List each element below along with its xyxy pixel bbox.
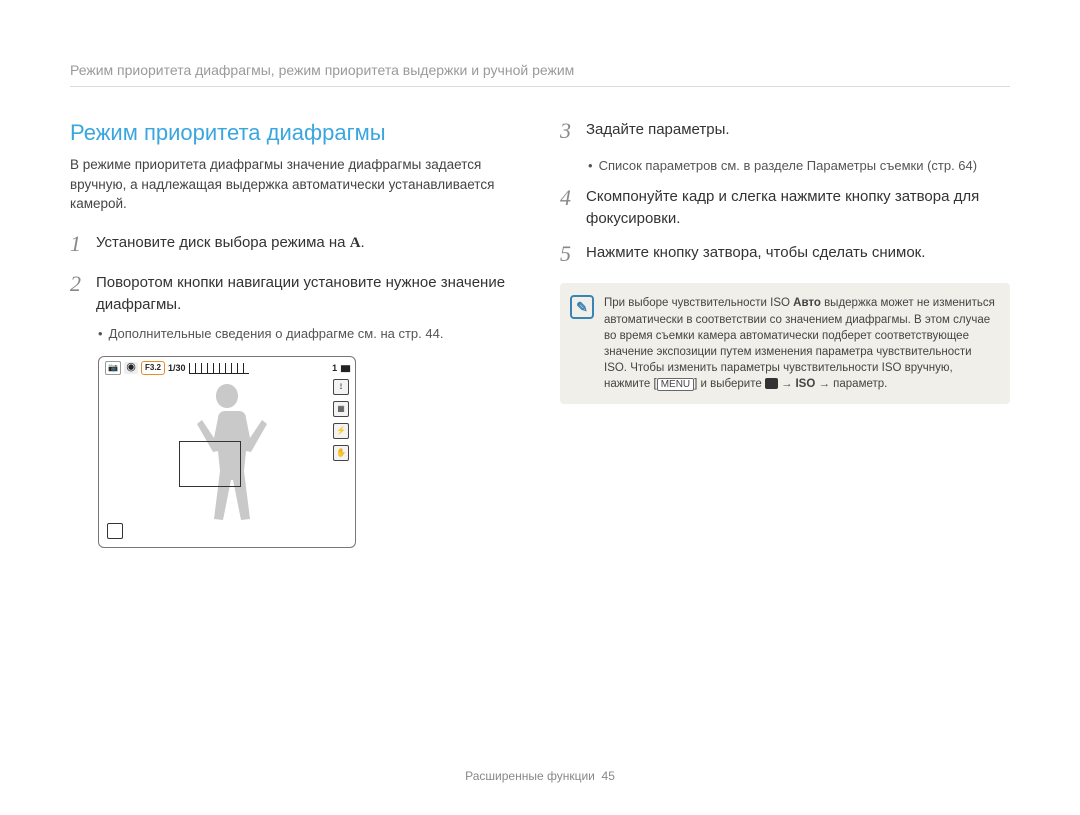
footer-page: 45 xyxy=(602,769,615,783)
flash-icon: ⚡ xyxy=(333,423,349,439)
step-number: 4 xyxy=(560,182,586,214)
manual-page: Режим приоритета диафрагмы, режим приори… xyxy=(0,0,1080,815)
step-number: 3 xyxy=(560,115,586,147)
step-3: 3 Задайте параметры. xyxy=(560,117,1010,147)
step-number: 5 xyxy=(560,238,586,270)
mode-a-glyph: A xyxy=(350,235,361,251)
lcd-illustration: 📷 ◉ F3.2 1/30 1 ▮▮▮ ⟟ ▦ ⚡ ✋ xyxy=(98,356,356,548)
aperture-badge: F3.2 xyxy=(141,361,165,375)
iso-auto-label: Авто xyxy=(793,297,821,309)
step-text: Установите диск выбора режима на A. xyxy=(96,230,520,255)
note-icon: ✎ xyxy=(570,295,594,319)
shots-remaining: 1 xyxy=(332,362,337,375)
camera-icon: 📷 xyxy=(105,361,121,375)
stabilizer-icon: ✋ xyxy=(333,445,349,461)
breadcrumb: Режим приоритета диафрагмы, режим приори… xyxy=(70,60,1010,87)
step-number: 1 xyxy=(70,228,96,260)
step-text: Задайте параметры. xyxy=(586,117,1010,141)
step-text: Скомпонуйте кадр и слегка нажмите кнопку… xyxy=(586,184,1010,230)
step-2-bullet: Дополнительные сведения о диафрагме см. … xyxy=(98,325,520,344)
lcd-right-icons: ⟟ ▦ ⚡ ✋ xyxy=(333,379,349,461)
step-number: 2 xyxy=(70,268,96,300)
section-title: Режим приоритета диафрагмы xyxy=(70,117,520,149)
iso-label: ISO xyxy=(795,378,815,390)
size-icon: ⟟ xyxy=(333,379,349,395)
note-box: ✎ При выборе чувствительности ISO Авто в… xyxy=(560,283,1010,404)
note-part-4: → параметр. xyxy=(815,378,887,390)
step-1: 1 Установите диск выбора режима на A. xyxy=(70,230,520,260)
step-1-text-b: . xyxy=(361,234,365,251)
menu-button-label: MENU xyxy=(657,378,694,391)
step-3-bullet: Список параметров см. в разделе Параметр… xyxy=(588,157,1010,176)
focus-box xyxy=(179,441,241,487)
note-part-1: При выборе чувствительности ISO xyxy=(604,297,793,309)
footer-section: Расширенные функции xyxy=(465,769,595,783)
left-column: Режим приоритета диафрагмы В режиме прио… xyxy=(70,117,520,747)
ev-scale xyxy=(189,363,249,374)
step-text: Нажмите кнопку затвора, чтобы сделать сн… xyxy=(586,240,1010,264)
step-5: 5 Нажмите кнопку затвора, чтобы сделать … xyxy=(560,240,1010,270)
step-2: 2 Поворотом кнопки навигации установите … xyxy=(70,270,520,316)
arrow-icon: → xyxy=(781,378,793,390)
camera-glyph-icon xyxy=(765,378,778,389)
note-part-3: ] и выберите xyxy=(694,378,765,390)
quality-icon: ▦ xyxy=(333,401,349,417)
step-text: Поворотом кнопки навигации установите ну… xyxy=(96,270,520,316)
right-column: 3 Задайте параметры. Список параметров с… xyxy=(560,117,1010,747)
battery-icon: ▮▮▮ xyxy=(340,362,349,375)
single-shot-icon xyxy=(107,523,123,539)
lcd-top-row: 📷 ◉ F3.2 1/30 1 ▮▮▮ xyxy=(105,361,349,375)
note-part-2: выдержка может не измениться автоматичес… xyxy=(604,297,995,389)
intro-text: В режиме приоритета диафрагмы значение д… xyxy=(70,155,520,214)
eye-icon: ◉ xyxy=(124,362,138,374)
step-4: 4 Скомпонуйте кадр и слегка нажмите кноп… xyxy=(560,184,1010,230)
shutter-readout: 1/30 xyxy=(168,362,186,375)
content-columns: Режим приоритета диафрагмы В режиме прио… xyxy=(70,117,1010,747)
step-1-text-a: Установите диск выбора режима на xyxy=(96,234,350,251)
page-footer: Расширенные функции 45 xyxy=(70,748,1010,785)
